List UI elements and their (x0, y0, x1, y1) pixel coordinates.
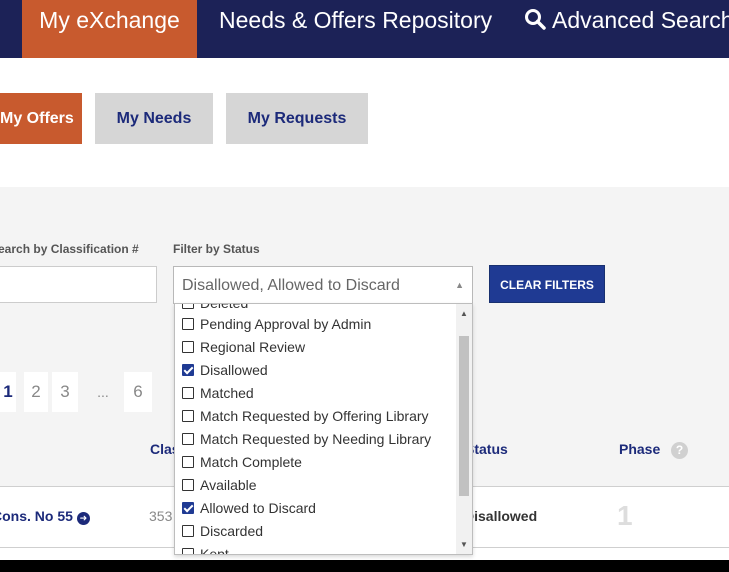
tab-my-requests[interactable]: My Requests (226, 93, 368, 144)
tab-my-needs[interactable]: My Needs (95, 93, 213, 144)
status-option-label: Kept (200, 546, 229, 555)
status-option-label: Disallowed (200, 362, 268, 378)
status-option-label: Match Requested by Offering Library (200, 408, 429, 424)
status-filter-label: Filter by Status (173, 242, 260, 256)
status-option-label: Pending Approval by Admin (200, 316, 372, 332)
top-nav: My eXchange Needs & Offers Repository Ad… (0, 0, 729, 58)
checkbox[interactable] (182, 525, 194, 537)
clear-filters-button[interactable]: CLEAR FILTERS (489, 265, 605, 303)
page-3-button[interactable]: 3 (52, 372, 78, 412)
status-dropdown-list[interactable]: Deleted Pending Approval by Admin Region… (174, 303, 473, 555)
pagination-ellipsis: ... (97, 384, 109, 400)
checkbox-checked[interactable] (182, 502, 194, 514)
status-option-label: Regional Review (200, 339, 306, 355)
status-option-label: Match Complete (200, 454, 302, 470)
nav-my-exchange[interactable]: My eXchange (22, 0, 197, 58)
page-6-button[interactable]: 6 (124, 372, 152, 412)
classification-filter-label: Search by Classification # (0, 242, 139, 256)
dropdown-scrollbar[interactable]: ▲ ▼ (456, 304, 472, 554)
checkbox-checked[interactable] (182, 364, 194, 376)
status-option-label: Match Requested by Needing Library (200, 431, 432, 447)
search-icon (525, 9, 546, 30)
checkbox[interactable] (182, 410, 194, 422)
page-2-button[interactable]: 2 (24, 372, 48, 412)
scrollbar-thumb[interactable] (459, 336, 469, 496)
nav-needs-offers-repository[interactable]: Needs & Offers Repository (219, 0, 492, 58)
checkbox[interactable] (182, 341, 194, 353)
scroll-up-icon[interactable]: ▲ (460, 309, 468, 318)
tab-my-offers[interactable]: My Offers (0, 93, 82, 144)
caret-up-icon: ▲ (455, 280, 464, 290)
checkbox[interactable] (182, 387, 194, 399)
scroll-down-icon[interactable]: ▼ (460, 540, 468, 549)
table-row-phase: 1 (617, 500, 633, 531)
page-1-button[interactable]: 1 (0, 372, 16, 412)
checkbox[interactable] (182, 433, 194, 445)
table-row-classification: 353 (149, 508, 173, 524)
advanced-search-label: Advanced Search (552, 7, 729, 33)
row-title-text: Cons. No 55 (0, 508, 73, 524)
table-row-title-link[interactable]: Cons. No 55 ➜ (0, 508, 90, 525)
status-option-label: Discarded (200, 523, 264, 539)
status-option-label: Allowed to Discard (200, 500, 316, 516)
status-filter-select[interactable]: Disallowed, Allowed to Discard ▲ (173, 266, 473, 304)
arrow-right-circle-icon: ➜ (76, 512, 90, 525)
checkbox[interactable] (182, 548, 194, 554)
help-icon[interactable]: ? (671, 442, 688, 459)
status-select-value: Disallowed, Allowed to Discard (182, 277, 400, 294)
classification-search-input[interactable] (0, 266, 157, 303)
checkbox[interactable] (182, 456, 194, 468)
checkbox[interactable] (182, 479, 194, 491)
bottom-bar (0, 560, 729, 572)
checkbox[interactable] (182, 304, 194, 309)
checkbox[interactable] (182, 318, 194, 330)
table-row-status: Disallowed (464, 508, 538, 524)
status-option-label: Matched (200, 385, 254, 401)
status-option-label: Available (200, 477, 257, 493)
column-header-phase[interactable]: Phase (619, 441, 660, 457)
